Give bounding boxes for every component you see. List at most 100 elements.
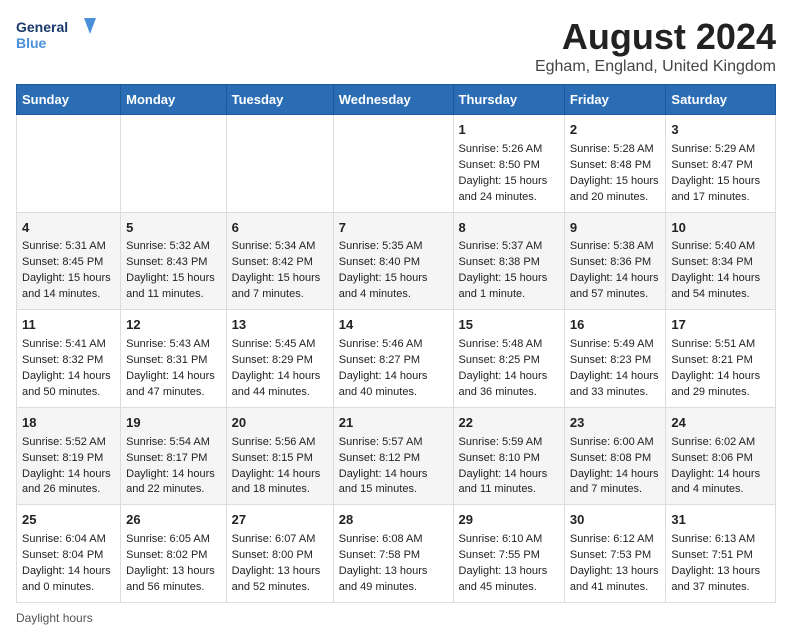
sunset-text: Sunset: 8:32 PM (22, 354, 103, 366)
sunset-text: Sunset: 8:50 PM (459, 159, 540, 171)
sunrise-text: Sunrise: 6:12 AM (570, 533, 654, 545)
calendar-cell: 1Sunrise: 5:26 AMSunset: 8:50 PMDaylight… (453, 115, 564, 213)
calendar-cell: 15Sunrise: 5:48 AMSunset: 8:25 PMDayligh… (453, 310, 564, 408)
svg-text:General: General (16, 19, 68, 35)
sunrise-text: Sunrise: 5:43 AM (126, 338, 210, 350)
sunset-text: Sunset: 7:53 PM (570, 549, 651, 561)
day-number: 30 (570, 511, 661, 530)
day-number: 5 (126, 219, 220, 238)
sunset-text: Sunset: 8:42 PM (232, 256, 313, 268)
page-title: August 2024 (535, 16, 776, 58)
calendar-cell: 13Sunrise: 5:45 AMSunset: 8:29 PMDayligh… (226, 310, 333, 408)
calendar-cell: 5Sunrise: 5:32 AMSunset: 8:43 PMDaylight… (121, 212, 226, 310)
calendar-week-row: 1 Sunrise: 5:26 AM Sunset: 8:50 PM Daylight… (17, 115, 776, 213)
daylight-text: Daylight: 14 hours and 50 minutes. (22, 370, 111, 398)
calendar-cell: 25Sunrise: 6:04 AMSunset: 8:04 PMDayligh… (17, 505, 121, 603)
sunrise-text: Sunrise: 5:28 AM (570, 143, 654, 155)
calendar-cell: 4Sunrise: 5:31 AMSunset: 8:45 PMDaylight… (17, 212, 121, 310)
sunset-text: Sunset: 8:21 PM (671, 354, 752, 366)
day-number: 13 (232, 316, 328, 335)
calendar-cell: 16Sunrise: 5:49 AMSunset: 8:23 PMDayligh… (564, 310, 666, 408)
calendar-cell (17, 115, 121, 213)
day-number: 9 (570, 219, 661, 238)
day-number: 28 (339, 511, 448, 530)
calendar-cell: 24Sunrise: 6:02 AMSunset: 8:06 PMDayligh… (666, 407, 776, 505)
daylight-text: Daylight: 14 hours and 33 minutes. (570, 370, 659, 398)
day-number: 16 (570, 316, 661, 335)
calendar-week-row: 18Sunrise: 5:52 AMSunset: 8:19 PMDayligh… (17, 407, 776, 505)
daylight-text: Daylight: 13 hours and 56 minutes. (126, 565, 215, 593)
day-number: 31 (671, 511, 770, 530)
daylight-text: Daylight: 13 hours and 41 minutes. (570, 565, 659, 593)
sunset-text: Sunset: 8:34 PM (671, 256, 752, 268)
daylight-text: Daylight: 14 hours and 40 minutes. (339, 370, 428, 398)
daylight-text: Daylight: 14 hours and 22 minutes. (126, 468, 215, 496)
col-header-saturday: Saturday (666, 85, 776, 115)
daylight-text: Daylight: 13 hours and 37 minutes. (671, 565, 760, 593)
sunset-text: Sunset: 8:40 PM (339, 256, 420, 268)
daylight-text: Daylight: 14 hours and 0 minutes. (22, 565, 111, 593)
day-number: 14 (339, 316, 448, 335)
daylight-text: Daylight: 14 hours and 18 minutes. (232, 468, 321, 496)
daylight-text: Daylight: 14 hours and 11 minutes. (459, 468, 548, 496)
sunset-text: Sunset: 8:06 PM (671, 452, 752, 464)
day-number: 11 (22, 316, 115, 335)
sunrise-text: Sunrise: 5:52 AM (22, 436, 106, 448)
page-subtitle: Egham, England, United Kingdom (535, 58, 776, 76)
daylight-text: Daylight: 14 hours and 15 minutes. (339, 468, 428, 496)
daylight-text: Daylight: 14 hours and 7 minutes. (570, 468, 659, 496)
sunrise-text: Sunrise: 5:45 AM (232, 338, 316, 350)
col-header-friday: Friday (564, 85, 666, 115)
sunrise-text: Sunrise: 5:37 AM (459, 240, 543, 252)
sunrise-text: Sunrise: 6:02 AM (671, 436, 755, 448)
sunrise-text: Sunrise: 6:04 AM (22, 533, 106, 545)
daylight-text: Daylight: 14 hours and 29 minutes. (671, 370, 760, 398)
sunset-text: Sunset: 8:38 PM (459, 256, 540, 268)
day-number: 18 (22, 414, 115, 433)
sunrise-text: Sunrise: 6:08 AM (339, 533, 423, 545)
sunrise-text: Sunrise: 5:38 AM (570, 240, 654, 252)
sunset-text: Sunset: 8:47 PM (671, 159, 752, 171)
sunrise-text: Sunrise: 5:46 AM (339, 338, 423, 350)
sunset-text: Sunset: 8:31 PM (126, 354, 207, 366)
calendar-cell: 23Sunrise: 6:00 AMSunset: 8:08 PMDayligh… (564, 407, 666, 505)
daylight-text: Daylight: 13 hours and 52 minutes. (232, 565, 321, 593)
calendar-cell: 20Sunrise: 5:56 AMSunset: 8:15 PMDayligh… (226, 407, 333, 505)
daylight-text: Daylight: 15 hours and 20 minutes. (570, 175, 659, 203)
day-number: 12 (126, 316, 220, 335)
calendar-cell: 26Sunrise: 6:05 AMSunset: 8:02 PMDayligh… (121, 505, 226, 603)
day-number: 1 (459, 121, 559, 140)
day-number: 4 (22, 219, 115, 238)
daylight-text: Daylight: 15 hours and 7 minutes. (232, 272, 321, 300)
sunrise-text: Sunrise: 5:48 AM (459, 338, 543, 350)
sunrise-text: Sunrise: 5:26 AM (459, 143, 543, 155)
calendar-cell: 22Sunrise: 5:59 AMSunset: 8:10 PMDayligh… (453, 407, 564, 505)
calendar-cell: 8Sunrise: 5:37 AMSunset: 8:38 PMDaylight… (453, 212, 564, 310)
day-number: 3 (671, 121, 770, 140)
sunrise-text: Sunrise: 5:35 AM (339, 240, 423, 252)
sunset-text: Sunset: 8:25 PM (459, 354, 540, 366)
header: General Blue August 2024 Egham, England,… (16, 16, 776, 76)
title-area: August 2024 Egham, England, United Kingd… (535, 16, 776, 76)
sunrise-text: Sunrise: 5:57 AM (339, 436, 423, 448)
daylight-text: Daylight: 15 hours and 11 minutes. (126, 272, 215, 300)
logo-svg: General Blue (16, 16, 96, 60)
calendar-cell: 2Sunrise: 5:28 AMSunset: 8:48 PMDaylight… (564, 115, 666, 213)
daylight-text: Daylight: 14 hours and 47 minutes. (126, 370, 215, 398)
calendar-header-row: SundayMondayTuesdayWednesdayThursdayFrid… (17, 85, 776, 115)
day-number: 10 (671, 219, 770, 238)
day-number: 29 (459, 511, 559, 530)
daylight-text: Daylight: 15 hours and 14 minutes. (22, 272, 111, 300)
calendar-footer: Daylight hours (16, 611, 776, 625)
col-header-monday: Monday (121, 85, 226, 115)
col-header-wednesday: Wednesday (333, 85, 453, 115)
sunset-text: Sunset: 8:15 PM (232, 452, 313, 464)
day-number: 15 (459, 316, 559, 335)
calendar-cell: 27Sunrise: 6:07 AMSunset: 8:00 PMDayligh… (226, 505, 333, 603)
daylight-text: Daylight: 15 hours and 17 minutes. (671, 175, 760, 203)
day-number: 22 (459, 414, 559, 433)
calendar-cell (121, 115, 226, 213)
sunrise-text: Sunrise: 5:34 AM (232, 240, 316, 252)
calendar-cell: 29Sunrise: 6:10 AMSunset: 7:55 PMDayligh… (453, 505, 564, 603)
col-header-thursday: Thursday (453, 85, 564, 115)
